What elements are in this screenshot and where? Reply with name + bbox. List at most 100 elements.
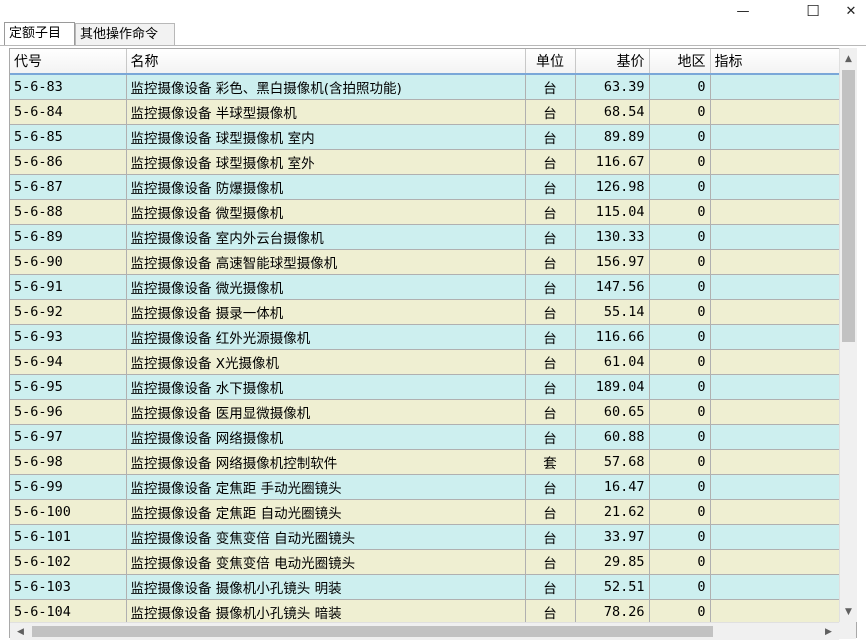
cell-region[interactable]: 0 <box>649 99 711 125</box>
cell-name[interactable]: 监控摄像设备 网络摄像机 <box>126 424 526 450</box>
cell-region[interactable]: 0 <box>649 199 711 225</box>
cell-unit[interactable]: 台 <box>525 399 576 425</box>
cell-name[interactable]: 监控摄像设备 室内外云台摄像机 <box>126 224 526 250</box>
table-row[interactable]: 5-6-93 监控摄像设备 红外光源摄像机台 116.66 0 <box>10 324 841 350</box>
cell-index[interactable] <box>710 199 841 225</box>
horizontal-scroll-thumb[interactable] <box>32 626 713 637</box>
cell-region[interactable]: 0 <box>649 574 711 600</box>
cell-region[interactable]: 0 <box>649 424 711 450</box>
cell-index[interactable] <box>710 474 841 500</box>
cell-price[interactable]: 52.51 <box>575 574 650 600</box>
cell-name[interactable]: 监控摄像设备 红外光源摄像机 <box>126 324 526 350</box>
cell-index[interactable] <box>710 424 841 450</box>
cell-name[interactable]: 监控摄像设备 水下摄像机 <box>126 374 526 400</box>
cell-unit[interactable]: 台 <box>525 274 576 300</box>
table-row[interactable]: 5-6-95 监控摄像设备 水下摄像机台 189.04 0 <box>10 374 841 400</box>
cell-region[interactable]: 0 <box>649 149 711 175</box>
cell-code[interactable]: 5-6-93 <box>10 324 127 350</box>
cell-name[interactable]: 监控摄像设备 摄像机小孔镜头 明装 <box>126 574 526 600</box>
cell-unit[interactable]: 台 <box>525 499 576 525</box>
cell-index[interactable] <box>710 249 841 275</box>
cell-unit[interactable]: 台 <box>525 99 576 125</box>
cell-name[interactable]: 监控摄像设备 摄像机小孔镜头 暗装 <box>126 599 526 625</box>
cell-index[interactable] <box>710 299 841 325</box>
cell-unit[interactable]: 台 <box>525 474 576 500</box>
cell-name[interactable]: 监控摄像设备 定焦距 手动光圈镜头 <box>126 474 526 500</box>
cell-price[interactable]: 78.26 <box>575 599 650 625</box>
cell-unit[interactable]: 台 <box>525 374 576 400</box>
cell-code[interactable]: 5-6-104 <box>10 599 127 625</box>
column-header-index[interactable]: 指标 <box>710 49 841 75</box>
cell-code[interactable]: 5-6-84 <box>10 99 127 125</box>
cell-price[interactable]: 29.85 <box>575 549 650 575</box>
cell-price[interactable]: 16.47 <box>575 474 650 500</box>
cell-unit[interactable]: 台 <box>525 424 576 450</box>
vertical-scroll-thumb[interactable] <box>842 70 855 342</box>
cell-price[interactable]: 115.04 <box>575 199 650 225</box>
cell-unit[interactable]: 台 <box>525 549 576 575</box>
cell-unit[interactable]: 台 <box>525 199 576 225</box>
table-row[interactable]: 5-6-102 监控摄像设备 变焦变倍 电动光圈镜头台 29.85 0 <box>10 549 841 575</box>
cell-region[interactable]: 0 <box>649 449 711 475</box>
cell-code[interactable]: 5-6-87 <box>10 174 127 200</box>
cell-index[interactable] <box>710 524 841 550</box>
cell-price[interactable]: 61.04 <box>575 349 650 375</box>
cell-unit[interactable]: 台 <box>525 149 576 175</box>
table-row[interactable]: 5-6-104 监控摄像设备 摄像机小孔镜头 暗装台 78.26 0 <box>10 599 841 625</box>
table-row[interactable]: 5-6-99 监控摄像设备 定焦距 手动光圈镜头台 16.47 0 <box>10 474 841 500</box>
cell-unit[interactable]: 套 <box>525 449 576 475</box>
vertical-scrollbar[interactable]: ▲ ▼ <box>839 48 857 622</box>
cell-code[interactable]: 5-6-99 <box>10 474 127 500</box>
minimize-icon[interactable]: — <box>720 0 766 22</box>
cell-code[interactable]: 5-6-89 <box>10 224 127 250</box>
cell-region[interactable]: 0 <box>649 349 711 375</box>
table-row[interactable]: 5-6-84 监控摄像设备 半球型摄像机台 68.54 0 <box>10 99 841 125</box>
cell-name[interactable]: 监控摄像设备 医用显微摄像机 <box>126 399 526 425</box>
cell-code[interactable]: 5-6-98 <box>10 449 127 475</box>
cell-unit[interactable]: 台 <box>525 174 576 200</box>
cell-code[interactable]: 5-6-91 <box>10 274 127 300</box>
maximize-icon[interactable]: ☐ <box>790 0 836 22</box>
cell-name[interactable]: 监控摄像设备 半球型摄像机 <box>126 99 526 125</box>
cell-price[interactable]: 60.65 <box>575 399 650 425</box>
cell-region[interactable]: 0 <box>649 499 711 525</box>
cell-index[interactable] <box>710 224 841 250</box>
cell-region[interactable]: 0 <box>649 274 711 300</box>
cell-price[interactable]: 116.67 <box>575 149 650 175</box>
tab-quota-items[interactable]: 定额子目 <box>4 22 75 45</box>
table-row[interactable]: 5-6-96 监控摄像设备 医用显微摄像机台 60.65 0 <box>10 399 841 425</box>
cell-unit[interactable]: 台 <box>525 599 576 625</box>
scroll-left-icon[interactable]: ◀ <box>12 623 29 640</box>
cell-code[interactable]: 5-6-92 <box>10 299 127 325</box>
cell-index[interactable] <box>710 449 841 475</box>
table-row[interactable]: 5-6-88 监控摄像设备 微型摄像机台 115.04 0 <box>10 199 841 225</box>
table-row[interactable]: 5-6-87 监控摄像设备 防爆摄像机台 126.98 0 <box>10 174 841 200</box>
cell-code[interactable]: 5-6-101 <box>10 524 127 550</box>
cell-region[interactable]: 0 <box>649 224 711 250</box>
cell-price[interactable]: 57.68 <box>575 449 650 475</box>
scroll-down-icon[interactable]: ▼ <box>840 603 857 620</box>
scroll-right-icon[interactable]: ▶ <box>820 623 837 640</box>
cell-index[interactable] <box>710 324 841 350</box>
table-row[interactable]: 5-6-91 监控摄像设备 微光摄像机台 147.56 0 <box>10 274 841 300</box>
cell-name[interactable]: 监控摄像设备 防爆摄像机 <box>126 174 526 200</box>
cell-name[interactable]: 监控摄像设备 变焦变倍 自动光圈镜头 <box>126 524 526 550</box>
scroll-up-icon[interactable]: ▲ <box>840 50 857 67</box>
cell-index[interactable] <box>710 549 841 575</box>
cell-index[interactable] <box>710 499 841 525</box>
cell-region[interactable]: 0 <box>649 299 711 325</box>
cell-index[interactable] <box>710 399 841 425</box>
table-row[interactable]: 5-6-97 监控摄像设备 网络摄像机台 60.88 0 <box>10 424 841 450</box>
tab-other-commands[interactable]: 其他操作命令 <box>75 23 175 45</box>
cell-price[interactable]: 89.89 <box>575 124 650 150</box>
cell-region[interactable]: 0 <box>649 249 711 275</box>
cell-index[interactable] <box>710 74 841 100</box>
table-row[interactable]: 5-6-94 监控摄像设备 X光摄像机台 61.04 0 <box>10 349 841 375</box>
cell-index[interactable] <box>710 274 841 300</box>
cell-code[interactable]: 5-6-94 <box>10 349 127 375</box>
column-header-code[interactable]: 代号 <box>10 49 127 75</box>
cell-price[interactable]: 147.56 <box>575 274 650 300</box>
cell-unit[interactable]: 台 <box>525 524 576 550</box>
cell-unit[interactable]: 台 <box>525 224 576 250</box>
cell-name[interactable]: 监控摄像设备 高速智能球型摄像机 <box>126 249 526 275</box>
